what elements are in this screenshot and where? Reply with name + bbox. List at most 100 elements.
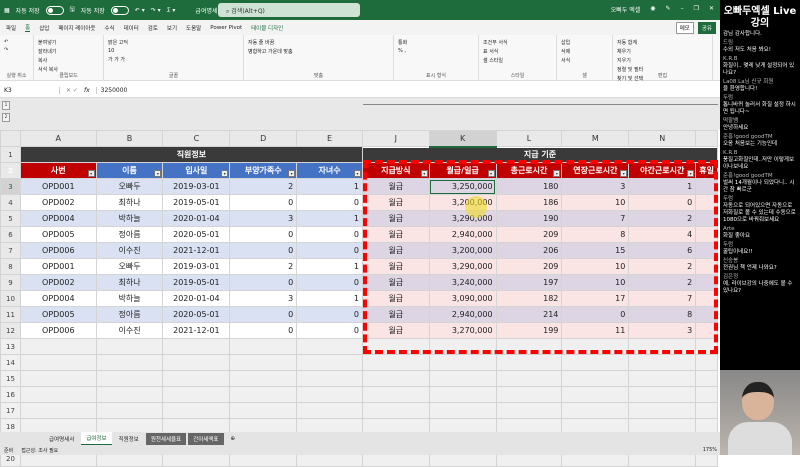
cell[interactable]: 2020-05-01 xyxy=(162,306,231,323)
header-cell[interactable]: 이름 ▾ xyxy=(95,162,164,179)
tab-4[interactable]: 수식 xyxy=(104,24,114,32)
cell[interactable]: 10 xyxy=(561,258,630,275)
cell[interactable] xyxy=(162,386,231,403)
row-header[interactable]: 12 xyxy=(0,322,21,339)
cell[interactable] xyxy=(19,402,97,419)
accessibility-status[interactable]: 접근성: 조사 필요 xyxy=(21,447,58,454)
cell[interactable] xyxy=(229,370,298,387)
ribbon-item[interactable]: % , xyxy=(397,47,475,55)
cell[interactable]: 3,090,000 xyxy=(428,290,497,307)
column-header-D[interactable]: D xyxy=(229,130,298,147)
cell[interactable]: 2,940,000 xyxy=(428,306,497,323)
outline-bracket[interactable] xyxy=(363,104,718,105)
filter-dropdown-icon[interactable]: ▾ xyxy=(620,170,628,177)
sheet-tab[interactable]: 직원정보 xyxy=(114,433,144,445)
cell[interactable]: 0 xyxy=(229,322,298,339)
header-cell[interactable]: 자녀수 ▾ xyxy=(296,162,363,179)
cell[interactable]: 7 xyxy=(561,210,630,227)
cell[interactable]: 2020-01-04 xyxy=(162,290,231,307)
tab-0[interactable]: 파일 xyxy=(6,24,16,32)
cell[interactable] xyxy=(95,386,164,403)
cell[interactable] xyxy=(628,370,697,387)
tab-1[interactable]: 홈 xyxy=(25,23,31,32)
header-cell[interactable]: 총근로시간 ▾ xyxy=(495,162,563,179)
cell[interactable] xyxy=(296,386,363,403)
filter-dropdown-icon[interactable]: ▾ xyxy=(87,170,95,177)
cell[interactable]: OPD001 xyxy=(19,178,97,195)
cell[interactable]: OPD001 xyxy=(19,258,97,275)
cell[interactable] xyxy=(695,290,718,307)
cell[interactable]: 3,250,000 xyxy=(428,178,497,195)
row-header[interactable]: 7 xyxy=(0,242,21,259)
search-input[interactable]: ⌕ 검색(Alt+Q) xyxy=(218,3,360,17)
row-header[interactable]: 13 xyxy=(0,338,21,355)
cell[interactable]: 0 xyxy=(229,306,298,323)
cell[interactable]: 206 xyxy=(495,242,563,259)
cell[interactable]: 2,940,000 xyxy=(428,226,497,243)
user-name[interactable]: 오빠두 엑셀 xyxy=(611,5,641,14)
sheet-tab[interactable]: 원천세세율표 xyxy=(145,432,187,445)
cell[interactable] xyxy=(695,322,718,339)
cell[interactable] xyxy=(695,370,718,387)
cell[interactable]: OPD006 xyxy=(19,322,97,339)
cell[interactable] xyxy=(628,386,697,403)
cell[interactable] xyxy=(495,354,563,371)
zoom-level[interactable]: 175% xyxy=(703,447,717,453)
cell[interactable]: 2021-12-01 xyxy=(162,322,231,339)
cell[interactable]: 182 xyxy=(495,290,563,307)
tab-5[interactable]: 데이터 xyxy=(124,24,139,32)
undo-icon[interactable]: ↶ ▾ xyxy=(135,7,145,14)
cell[interactable] xyxy=(361,354,430,371)
row-header[interactable]: 9 xyxy=(0,274,21,291)
column-header-E[interactable]: E xyxy=(296,130,363,147)
cell[interactable] xyxy=(95,354,164,371)
cell[interactable]: 2021-12-01 xyxy=(162,242,231,259)
cell[interactable]: 214 xyxy=(495,306,563,323)
header-cell[interactable]: 연장근로시간 ▾ xyxy=(561,162,630,179)
cell[interactable]: 이수진 xyxy=(95,242,164,259)
ribbon-item[interactable]: 자동 줄 바꿈 xyxy=(247,38,390,47)
ribbon-item[interactable]: 병합하고 가운데 맞춤 xyxy=(247,47,390,56)
cell[interactable] xyxy=(361,370,430,387)
row-header[interactable]: 3 xyxy=(0,178,21,195)
save-icon[interactable]: 🖫 xyxy=(70,5,75,15)
cell[interactable]: 4 xyxy=(628,226,697,243)
cell[interactable] xyxy=(561,370,630,387)
pen-icon[interactable]: ✎ xyxy=(666,5,671,14)
cell[interactable] xyxy=(162,354,231,371)
cell[interactable]: 최하나 xyxy=(95,274,164,291)
ribbon-item[interactable]: 서식 xyxy=(560,56,609,65)
column-header-J[interactable]: J xyxy=(361,130,430,147)
ribbon-item[interactable]: 셀 스타일 xyxy=(482,56,553,65)
cell[interactable]: 월급 xyxy=(361,274,430,291)
minimize-icon[interactable]: – xyxy=(681,5,684,14)
filter-dropdown-icon[interactable]: ▾ xyxy=(221,170,229,177)
cell[interactable]: 0 xyxy=(229,242,298,259)
tab-9[interactable]: Power Pivot xyxy=(210,25,242,31)
ribbon-item[interactable]: 맑은 고딕 xyxy=(107,38,240,47)
column-header-C[interactable]: C xyxy=(162,130,231,147)
ribbon-item[interactable]: 가 가 가 xyxy=(107,55,240,64)
cell[interactable] xyxy=(229,386,298,403)
cell[interactable] xyxy=(296,338,363,355)
ribbon-item[interactable]: ↷ xyxy=(3,46,30,54)
cell[interactable] xyxy=(296,354,363,371)
cell[interactable] xyxy=(628,338,697,355)
cell[interactable]: OPD005 xyxy=(19,306,97,323)
cell[interactable]: 0 xyxy=(296,306,363,323)
cell[interactable]: 1 xyxy=(296,290,363,307)
cell[interactable]: 180 xyxy=(495,178,563,195)
cell[interactable]: 월급 xyxy=(361,178,430,195)
row-header[interactable]: 11 xyxy=(0,306,21,323)
row-header[interactable]: 16 xyxy=(0,386,21,403)
cell[interactable] xyxy=(19,386,97,403)
row-header[interactable]: 1 xyxy=(0,146,21,163)
cell[interactable] xyxy=(95,370,164,387)
header-cell[interactable]: 사번 ▾ xyxy=(19,162,97,179)
select-all-corner[interactable] xyxy=(0,130,21,147)
tab-7[interactable]: 보기 xyxy=(167,24,177,32)
cell[interactable]: 2019-03-01 xyxy=(162,178,231,195)
cell[interactable]: 3,290,000 xyxy=(428,258,497,275)
cell[interactable]: 2019-05-01 xyxy=(162,274,231,291)
cell[interactable]: 3,290,000 xyxy=(428,210,497,227)
